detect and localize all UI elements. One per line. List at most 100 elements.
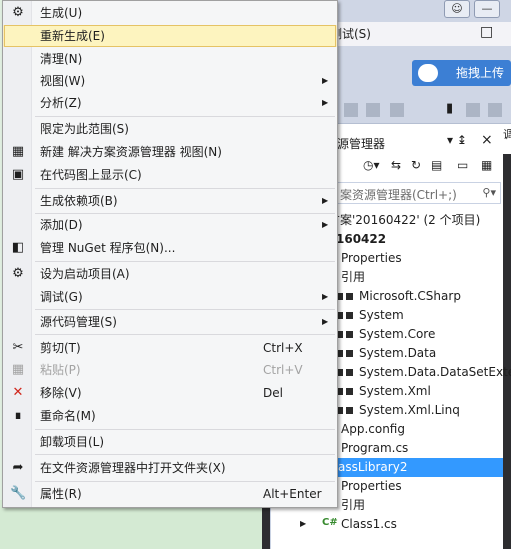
menu-item-label: 分析(Z): [40, 96, 82, 110]
menu-item-label: 移除(V): [40, 386, 82, 400]
toolbar-icon[interactable]: [488, 103, 502, 117]
menu-item-cut[interactable]: ✂ 剪切(T) Ctrl+X: [3, 337, 337, 359]
toolbar-icon[interactable]: [366, 103, 380, 117]
secondary-toolbar: ▮: [330, 96, 511, 124]
menu-item-remove[interactable]: ✕ 移除(V) Del: [3, 382, 337, 404]
menu-separator: [35, 454, 335, 455]
menu-item-open-folder-in-explorer[interactable]: ➦ 在文件资源管理器中打开文件夹(X): [3, 457, 337, 479]
collapse-icon[interactable]: ▤: [431, 158, 442, 172]
tree-item-label: System.Xml: [359, 384, 431, 398]
tree-item-label: System.Xml.Linq: [359, 403, 460, 417]
reference-icon: [338, 407, 343, 414]
menu-item-label: 添加(D): [40, 218, 83, 232]
menu-separator: [35, 309, 335, 310]
window-title-bar: ☺ —: [330, 0, 511, 22]
menu-item-clean[interactable]: 清理(N): [3, 48, 337, 70]
menu-item-build-dependencies[interactable]: 生成依赖项(B) ▶: [3, 190, 337, 212]
tree-item-label: Properties: [341, 251, 402, 265]
toolbar-icon[interactable]: [344, 103, 358, 117]
sync-icon[interactable]: ⇆: [391, 158, 401, 172]
minimize-button[interactable]: —: [474, 0, 500, 18]
refresh-icon[interactable]: ↻: [411, 158, 421, 172]
menu-item-label: 剪切(T): [40, 341, 81, 355]
restore-button[interactable]: □: [480, 24, 493, 40]
submenu-arrow-icon: ▶: [322, 317, 329, 326]
context-menu: ⚙ 生成(U) 重新生成(E) 清理(N) 视图(W) ▶ 分析(Z) ▶ 限定…: [2, 0, 338, 508]
menu-item-analyze[interactable]: 分析(Z) ▶: [3, 92, 337, 114]
reference-icon: [346, 331, 353, 338]
menu-item-set-startup-project[interactable]: ⚙ 设为启动项目(A): [3, 263, 337, 285]
reference-icon: [338, 369, 343, 376]
menu-item-label: 源代码管理(S): [40, 315, 117, 329]
menu-item-label: 在代码图上显示(C): [40, 168, 142, 182]
menu-item-label: 粘贴(P): [40, 363, 81, 377]
right-panel-tab[interactable]: 调: [503, 124, 511, 154]
menu-item-properties[interactable]: 🔧 属性(R) Alt+Enter: [3, 483, 337, 505]
menu-separator: [35, 481, 335, 482]
right-panel-edge: [503, 124, 511, 549]
cloud-icon: [418, 64, 438, 82]
menu-separator: [35, 188, 335, 189]
code-map-icon: ▣: [11, 167, 25, 182]
toolbar-icon[interactable]: [390, 103, 404, 117]
history-icon[interactable]: ◷▾: [363, 158, 380, 172]
solution-explorer-search-input[interactable]: 案资源管理器(Ctrl+;) ⚲▾: [331, 182, 501, 204]
bookmark-icon[interactable]: ▮: [446, 101, 453, 116]
rename-icon: ∎: [13, 408, 23, 423]
menu-item-unload-project[interactable]: 卸载项目(L): [3, 431, 337, 453]
menu-separator: [35, 334, 335, 335]
submenu-arrow-icon: ▶: [322, 292, 329, 301]
solution-explorer-title: 源管理器: [337, 137, 386, 151]
nuget-icon: ◧: [11, 240, 25, 255]
close-icon[interactable]: ×: [481, 132, 493, 148]
tree-item-label: 引用: [341, 270, 366, 284]
menu-item-rename[interactable]: ∎ 重命名(M): [3, 405, 337, 427]
menu-item-view[interactable]: 视图(W) ▶: [3, 70, 337, 92]
menu-item-rebuild[interactable]: 重新生成(E): [3, 25, 337, 47]
reference-icon: [346, 388, 353, 395]
menu-item-show-on-code-map[interactable]: ▣ 在代码图上显示(C): [3, 164, 337, 186]
reference-icon: [338, 388, 343, 395]
menu-item-shortcut: Ctrl+X: [263, 341, 303, 355]
menu-item-new-solution-explorer-view[interactable]: ▦ 新建 解决方案资源管理器 视图(N): [3, 141, 337, 163]
tree-item-label: Microsoft.CSharp: [359, 289, 461, 303]
reference-icon: [338, 331, 343, 338]
properties-icon[interactable]: ▦: [481, 158, 492, 172]
account-icon[interactable]: ☺: [444, 0, 470, 18]
menu-item-paste[interactable]: ▦ 粘贴(P) Ctrl+V: [3, 359, 337, 381]
csharp-file-icon: C#: [322, 517, 338, 528]
menu-separator: [35, 261, 335, 262]
expand-arrow-icon[interactable]: ▶: [300, 519, 306, 528]
tree-item-label: Program.cs: [341, 441, 409, 455]
search-icon[interactable]: ⚲▾: [482, 186, 496, 199]
reference-icon: [346, 312, 353, 319]
reference-icon: [346, 369, 353, 376]
tree-item-label: App.config: [341, 422, 405, 436]
gear-icon: ⚙: [12, 266, 24, 281]
submenu-arrow-icon: ▶: [322, 220, 329, 229]
tree-item-label: 方案'20160422' (2 个项目): [328, 213, 481, 227]
drag-upload-button[interactable]: 拖拽上传: [412, 60, 511, 86]
tree-item-label: Properties: [341, 479, 402, 493]
tree-item-label: Class1.cs: [341, 517, 397, 531]
drag-upload-label: 拖拽上传: [456, 66, 505, 80]
right-panel-tab-label: 调: [503, 128, 511, 141]
reference-icon: [346, 350, 353, 357]
menu-item-label: 视图(W): [40, 74, 86, 88]
menu-item-scope-to-this[interactable]: 限定为此范围(S): [3, 118, 337, 140]
menu-item-label: 清理(N): [40, 52, 83, 66]
solution-explorer-toolbar: ◷▾ ⇆ ↻ ▤ ▭ ▦: [331, 156, 501, 178]
menu-item-add[interactable]: 添加(D) ▶: [3, 214, 337, 236]
menu-item-build[interactable]: ⚙ 生成(U): [3, 2, 337, 24]
menu-item-debug[interactable]: 调试(G) ▶: [3, 286, 337, 308]
menu-item-label: 在文件资源管理器中打开文件夹(X): [40, 461, 226, 475]
toolbar-icon[interactable]: [466, 103, 480, 117]
menu-item-source-control[interactable]: 源代码管理(S) ▶: [3, 311, 337, 333]
menu-item-shortcut: Alt+Enter: [263, 487, 322, 501]
menu-separator: [35, 116, 335, 117]
menu-item-label: 新建 解决方案资源管理器 视图(N): [40, 145, 222, 159]
menu-item-manage-nuget[interactable]: ◧ 管理 NuGet 程序包(N)...: [3, 237, 337, 259]
pin-icon[interactable]: ▾ ↨: [447, 133, 467, 147]
menu-item-label: 重新生成(E): [40, 29, 105, 43]
show-all-icon[interactable]: ▭: [457, 158, 468, 172]
